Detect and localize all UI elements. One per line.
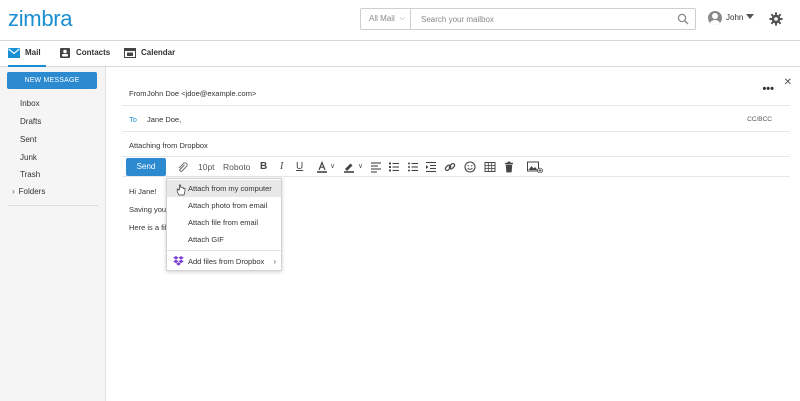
add-files-from-dropbox-label: Add files from Dropbox <box>188 257 265 266</box>
format-toolbar: Send 10pt Roboto B I U ∨ ∨ <box>122 157 790 177</box>
sidebar-item-trash[interactable]: Trash <box>20 170 40 179</box>
insert-image-icon[interactable] <box>527 161 543 173</box>
tab-calendar[interactable]: Calendar <box>124 41 176 67</box>
font-size-select[interactable]: 10pt <box>198 157 215 177</box>
attach-menu: Attach from my computer Attach photo fro… <box>166 178 282 271</box>
to-field[interactable]: Jane Doe, <box>147 115 181 124</box>
attach-photo-from-email-item[interactable]: Attach photo from email <box>167 197 281 214</box>
chevron-right-icon: › <box>12 187 15 196</box>
underline-icon[interactable]: U <box>296 157 303 177</box>
tab-mail-label: Mail <box>25 48 41 57</box>
tab-contacts-label: Contacts <box>76 48 111 57</box>
app-tabs: Mail Contacts Calendar <box>0 41 800 67</box>
subject-row: Attaching from Dropbox <box>122 132 790 157</box>
tab-calendar-label: Calendar <box>141 48 176 57</box>
more-options-icon[interactable]: ••• <box>762 83 774 95</box>
chevron-right-icon: › <box>273 257 276 266</box>
italic-icon[interactable]: I <box>280 157 283 177</box>
attach-from-computer-label: Attach from my computer <box>188 184 272 193</box>
new-message-button[interactable]: NEW MESSAGE <box>7 72 97 89</box>
font-family-select[interactable]: Roboto <box>223 157 250 177</box>
send-button[interactable]: Send <box>126 158 166 176</box>
search-scope-label: All Mail <box>369 14 395 23</box>
sidebar-folders-group[interactable]: › Folders <box>12 187 45 196</box>
envelope-icon <box>8 48 20 58</box>
to-label[interactable]: To <box>129 115 137 124</box>
app-header: zimbra All Mail ⌵ John <box>0 0 800 41</box>
align-icon[interactable] <box>370 161 382 173</box>
attach-file-from-email-item[interactable]: Attach file from email <box>167 214 281 231</box>
avatar[interactable] <box>708 11 722 25</box>
table-icon[interactable] <box>484 161 496 173</box>
add-files-from-dropbox-item[interactable]: Add files from Dropbox › <box>167 253 281 270</box>
folders-group-label: Folders <box>18 187 46 196</box>
from-row: From John Doe <jdoe@example.com> <box>122 81 790 106</box>
from-value[interactable]: John Doe <jdoe@example.com> <box>147 89 256 98</box>
bullet-list-icon[interactable] <box>407 161 419 173</box>
calendar-icon <box>124 48 136 58</box>
sidebar-item-inbox[interactable]: Inbox <box>20 99 40 108</box>
bold-icon[interactable]: B <box>260 157 267 177</box>
highlight-icon[interactable] <box>343 161 355 173</box>
subject-field[interactable]: Attaching from Dropbox <box>129 141 208 150</box>
sidebar-item-junk[interactable]: Junk <box>20 153 37 162</box>
sidebar-item-drafts[interactable]: Drafts <box>20 117 41 126</box>
menu-divider <box>167 250 281 251</box>
trash-icon[interactable] <box>503 161 515 173</box>
body-line-3[interactable]: Here is a file <box>129 223 171 232</box>
text-color-icon[interactable] <box>316 161 328 173</box>
tab-mail[interactable]: Mail <box>8 41 46 67</box>
cc-bcc-toggle[interactable]: CC/BCC <box>747 116 772 123</box>
paperclip-icon[interactable] <box>177 161 189 173</box>
tab-contacts[interactable]: Contacts <box>59 41 111 67</box>
link-icon[interactable] <box>444 161 456 173</box>
from-label: From <box>129 89 147 98</box>
contacts-icon <box>60 48 70 58</box>
sidebar-divider <box>8 205 98 206</box>
body-line-2[interactable]: Saving your <box>129 205 169 214</box>
sidebar: NEW MESSAGE Inbox Drafts Sent Junk Trash… <box>0 67 106 401</box>
search-scope-select[interactable]: All Mail ⌵ <box>361 9 411 29</box>
to-row: To Jane Doe, <box>122 106 790 132</box>
zimbra-logo[interactable]: zimbra <box>8 6 73 32</box>
indent-icon[interactable] <box>425 161 437 173</box>
dropbox-icon <box>173 256 184 266</box>
sidebar-item-sent[interactable]: Sent <box>20 135 36 144</box>
search-input[interactable] <box>413 10 673 28</box>
hand-cursor-icon <box>176 184 186 196</box>
highlight-chevron-icon[interactable]: ∨ <box>358 157 363 177</box>
gear-icon[interactable] <box>769 12 783 26</box>
search-icon[interactable] <box>677 13 689 25</box>
emoji-icon[interactable] <box>464 161 476 173</box>
user-menu-chevron-icon[interactable] <box>746 14 754 19</box>
attach-from-computer-item[interactable]: Attach from my computer <box>167 180 281 197</box>
search-box: All Mail ⌵ <box>360 8 696 30</box>
user-name[interactable]: John <box>726 13 743 22</box>
text-color-chevron-icon[interactable]: ∨ <box>330 157 335 177</box>
numbered-list-icon[interactable] <box>388 161 400 173</box>
attach-gif-item[interactable]: Attach GIF <box>167 231 281 248</box>
chevron-down-icon: ⌵ <box>399 15 405 22</box>
body-line-1[interactable]: Hi Jane! <box>129 187 157 196</box>
